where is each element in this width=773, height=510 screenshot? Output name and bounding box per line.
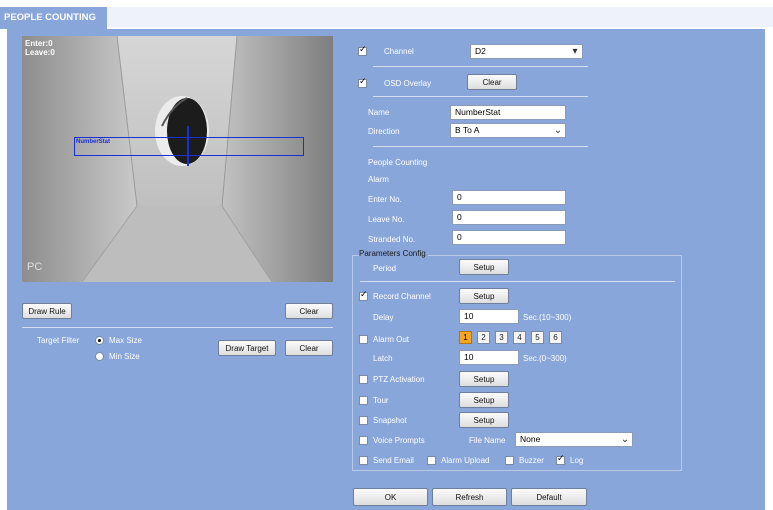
alarm-out-channel-5[interactable]: 5 [531, 331, 544, 344]
voice-prompts-checkbox[interactable] [359, 436, 368, 445]
alarm-upload-checkbox[interactable] [427, 456, 436, 465]
default-button[interactable]: Default [511, 488, 587, 506]
stranded-no-label: Stranded No. [368, 235, 416, 244]
alarm-out-channel-3[interactable]: 3 [495, 331, 508, 344]
leave-no-input[interactable]: 0 [452, 210, 566, 225]
file-name-select[interactable]: None ⌄ [515, 432, 633, 447]
clear-target-button[interactable]: Clear [285, 340, 333, 356]
delay-input[interactable]: 10 [459, 309, 519, 324]
counting-rule-direction-line[interactable] [187, 126, 189, 166]
record-channel-setup-button[interactable]: Setup [459, 288, 509, 304]
snapshot-setup-button[interactable]: Setup [459, 412, 509, 428]
file-name-label: File Name [469, 436, 506, 445]
send-email-label: Send Email [373, 456, 414, 465]
draw-rule-button[interactable]: Draw Rule [22, 303, 72, 319]
direction-select[interactable]: B To A ⌄ [450, 123, 566, 138]
buzzer-label: Buzzer [519, 456, 544, 465]
channel-select[interactable]: D2 ▾ [470, 44, 583, 59]
tour-checkbox[interactable] [359, 396, 368, 405]
channel-separator [373, 66, 588, 67]
period-setup-button[interactable]: Setup [459, 259, 509, 275]
delay-label: Delay [373, 313, 394, 322]
ptz-activation-checkbox[interactable] [359, 375, 368, 384]
ok-button[interactable]: OK [353, 488, 428, 506]
record-channel-checkbox[interactable] [359, 290, 368, 301]
alarm-out-channel-1[interactable]: 1 [459, 331, 472, 344]
alarm-upload-label: Alarm Upload [441, 456, 490, 465]
file-name-select-value: None [520, 434, 541, 444]
osd-overlay-label: OSD Overlay [384, 79, 432, 88]
channel-checkbox[interactable] [358, 45, 367, 56]
min-size-label: Min Size [109, 352, 140, 361]
leave-no-label: Leave No. [368, 215, 405, 224]
chevron-down-icon: ⌄ [620, 434, 630, 445]
snapshot-label: Snapshot [373, 416, 407, 425]
page-title: PEOPLE COUNTING [4, 12, 96, 23]
latch-label: Latch [373, 354, 393, 363]
chevron-down-icon: ⌄ [553, 125, 563, 136]
delay-range-label: Sec.(10~300) [523, 313, 572, 322]
clear-rule-button[interactable]: Clear [285, 303, 333, 319]
buzzer-checkbox[interactable] [505, 456, 514, 465]
period-separator [360, 281, 675, 282]
refresh-button[interactable]: Refresh [432, 488, 507, 506]
alarm-out-channel-2[interactable]: 2 [477, 331, 490, 344]
draw-target-button[interactable]: Draw Target [218, 340, 276, 356]
max-size-label: Max Size [109, 336, 142, 345]
send-email-checkbox[interactable] [359, 456, 368, 465]
direction-select-value: B To A [455, 125, 480, 135]
tour-label: Tour [373, 396, 389, 405]
name-label: Name [368, 108, 390, 117]
latch-input[interactable]: 10 [459, 350, 519, 365]
ptz-activation-label: PTZ Activation [373, 375, 425, 384]
camera-scene [22, 36, 333, 282]
voice-prompts-label: Voice Prompts [373, 436, 425, 445]
latch-range-label: Sec.(0~300) [523, 354, 567, 363]
enter-no-input[interactable]: 0 [452, 190, 566, 205]
alarm-out-label: Alarm Out [373, 335, 410, 344]
enter-counter: Enter:0 [25, 39, 53, 48]
direction-separator [373, 146, 588, 147]
ptz-setup-button[interactable]: Setup [459, 371, 509, 387]
parameters-config-title: Parameters Config [359, 249, 428, 259]
brand-watermark: PC [27, 261, 43, 273]
tour-setup-button[interactable]: Setup [459, 392, 509, 408]
channel-select-value: D2 [475, 46, 486, 56]
leave-counter: Leave:0 [25, 48, 55, 57]
header-bar [0, 7, 773, 27]
counting-rule-name: NumberStat [76, 139, 111, 145]
channel-label: Channel [384, 47, 414, 56]
max-size-radio[interactable] [95, 336, 104, 345]
min-size-radio[interactable] [95, 352, 104, 361]
chevron-down-icon: ▾ [572, 46, 578, 57]
video-preview[interactable]: Enter:0 Leave:0 NumberStat PC [22, 36, 333, 282]
log-checkbox[interactable] [556, 454, 565, 465]
enter-no-label: Enter No. [368, 195, 402, 204]
period-label: Period [373, 264, 397, 273]
direction-label: Direction [368, 127, 400, 136]
alarm-label: Alarm [368, 175, 389, 184]
alarm-out-channel-4[interactable]: 4 [513, 331, 526, 344]
record-channel-label: Record Channel [373, 292, 431, 301]
target-filter-label: Target Filter [37, 336, 80, 345]
osd-clear-button[interactable]: Clear [467, 74, 517, 90]
alarm-out-checkbox[interactable] [359, 335, 368, 344]
stranded-no-input[interactable]: 0 [452, 230, 566, 245]
osd-separator [373, 96, 588, 97]
alarm-out-channel-6[interactable]: 6 [549, 331, 562, 344]
left-separator [22, 327, 333, 328]
osd-overlay-checkbox[interactable] [358, 77, 367, 88]
log-label: Log [570, 456, 584, 465]
people-counting-label: People Counting [368, 158, 428, 167]
snapshot-checkbox[interactable] [359, 416, 368, 425]
name-input[interactable]: NumberStat [450, 105, 566, 120]
